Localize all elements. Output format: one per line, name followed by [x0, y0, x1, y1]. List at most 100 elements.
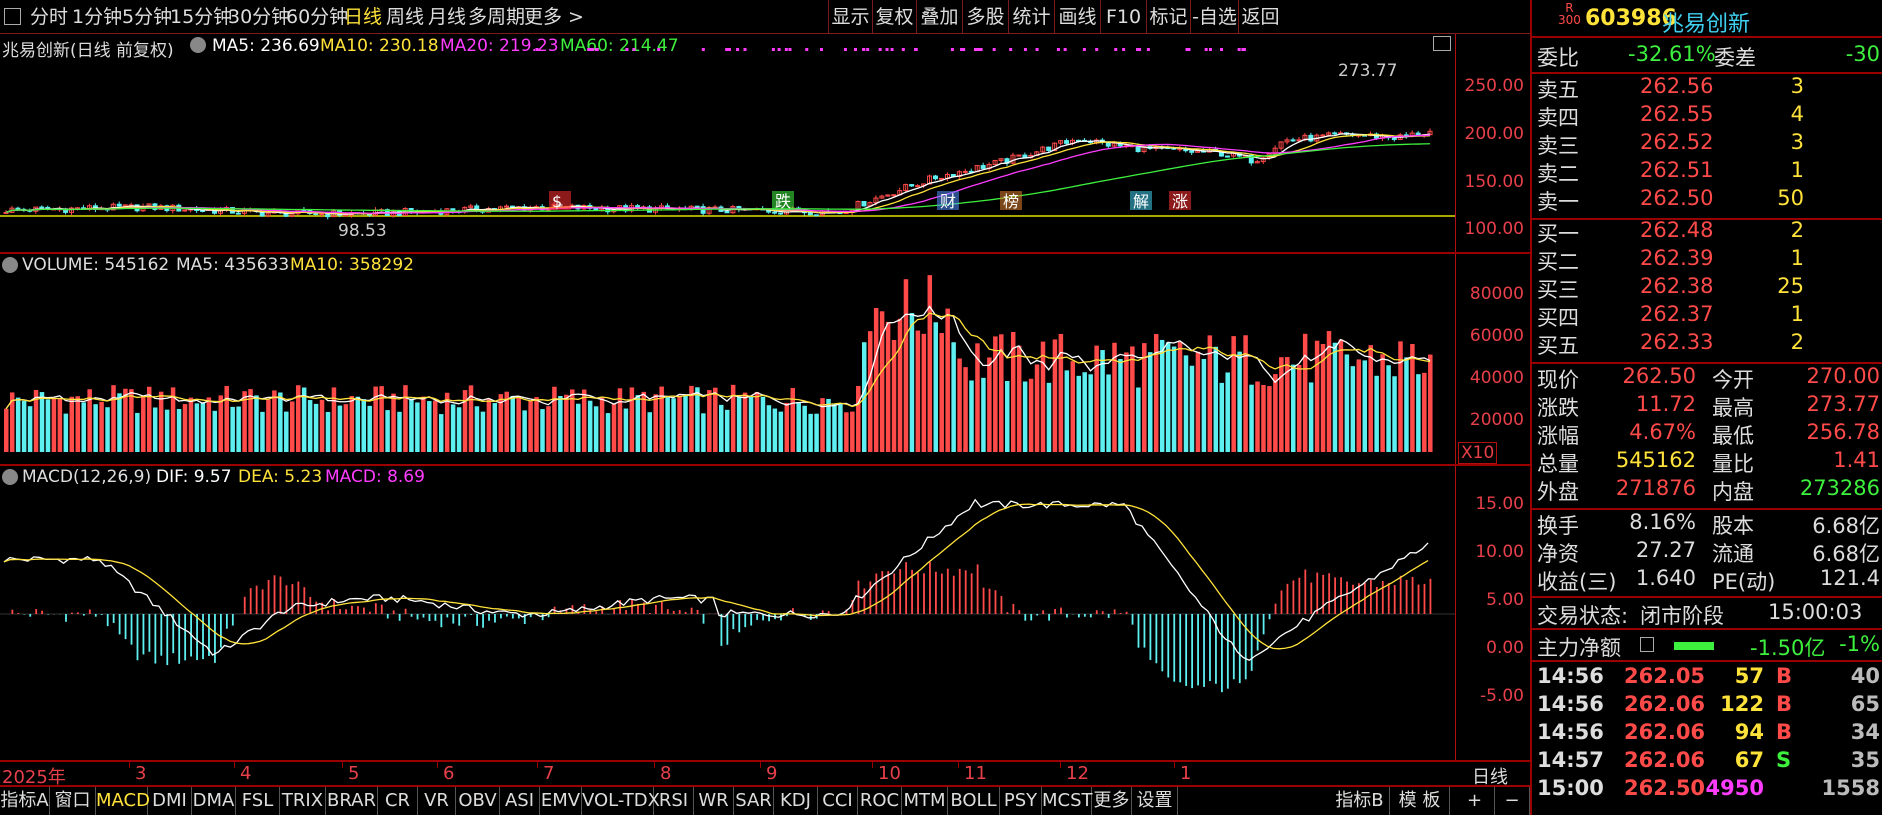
macd-chart[interactable]: [0, 466, 1455, 760]
volume-bar: [546, 406, 551, 452]
toolbar-button[interactable]: -自选: [1190, 0, 1238, 34]
volume-bar: [367, 405, 372, 452]
signal-dot: [1204, 48, 1208, 51]
period-tab[interactable]: 1分钟: [72, 0, 122, 34]
indicator-tab[interactable]: KDJ: [774, 787, 818, 815]
indicator-tab[interactable]: TRIX: [280, 787, 326, 815]
volume-bar: [635, 395, 641, 452]
period-tab[interactable]: 5分钟: [122, 0, 172, 34]
signal-dot: [784, 48, 788, 51]
macd-histogram-bar: [416, 614, 419, 620]
period-tab[interactable]: 分时: [30, 0, 68, 34]
toolbar-button[interactable]: 统计: [1008, 0, 1054, 34]
bids-label: 买三: [1537, 278, 1579, 302]
menu-square-icon[interactable]: [4, 8, 21, 25]
signal-dot: [819, 48, 823, 51]
volume-bar: [528, 400, 533, 452]
indicator-tab[interactable]: VR: [418, 787, 456, 815]
volume-bar: [331, 387, 337, 452]
macd-pane[interactable]: MACD(12,26,9) DIF: 9.57 DEA: 5.23 MACD: …: [0, 466, 1455, 760]
macd-histogram-bar: [696, 609, 699, 614]
indicator-tab[interactable]: 更多: [1092, 787, 1132, 815]
indicator-tab[interactable]: RSI: [654, 787, 694, 815]
stat-label: 收益(三): [1537, 570, 1617, 594]
main-flow-row[interactable]: 主力净额 -1.50亿 -1%: [1532, 632, 1882, 660]
indicator-tab[interactable]: PSY: [1000, 787, 1042, 815]
indicator-tab[interactable]: BOLL: [948, 787, 1000, 815]
kline-pane[interactable]: 兆易创新(日线 前复权) MA5: 236.69 MA10: 230.18 MA…: [0, 34, 1455, 252]
indicator-tab[interactable]: OBV: [456, 787, 500, 815]
toolbar-button[interactable]: 返回: [1238, 0, 1282, 34]
indicator-tab[interactable]: WR: [694, 787, 734, 815]
indicator-tab[interactable]: BRAR: [326, 787, 378, 815]
volume-bar: [307, 400, 313, 452]
indicator-tab[interactable]: 指标A: [0, 787, 50, 815]
stat-value: 8.16%: [1629, 510, 1696, 534]
volume-bar: [1171, 346, 1177, 452]
macd-histogram-bar: [952, 575, 955, 614]
period-tab[interactable]: 30分钟: [228, 0, 290, 34]
indicator-right-tab[interactable]: −: [1495, 787, 1530, 815]
period-tab[interactable]: 周线: [386, 0, 424, 34]
macd-axis-tick: -5.00: [1480, 686, 1524, 706]
indicator-tab[interactable]: DMI: [148, 787, 192, 815]
indicator-tab[interactable]: MTM: [902, 787, 948, 815]
volume-bar: [1022, 381, 1028, 452]
volume-chart[interactable]: [0, 254, 1455, 464]
period-tab[interactable]: 日线: [344, 0, 382, 34]
volume-bar: [1386, 365, 1391, 452]
period-tab[interactable]: 多周期: [468, 0, 525, 34]
toolbar-button[interactable]: 画线: [1054, 0, 1100, 34]
period-tab[interactable]: 15分钟: [170, 0, 232, 34]
indicator-tab[interactable]: SAR: [734, 787, 774, 815]
toolbar-button[interactable]: F10: [1100, 0, 1146, 34]
list-icon[interactable]: [1640, 637, 1654, 652]
macd-histogram-bar: [476, 614, 479, 626]
tick-row: 14:56 262.06 94 B 34: [1532, 720, 1882, 748]
volume-bar: [206, 397, 212, 452]
toolbar-button[interactable]: 多股: [962, 0, 1008, 34]
indicator-tab[interactable]: DMA: [192, 787, 236, 815]
period-tab[interactable]: 更多 >: [524, 0, 584, 34]
candlestick-chart[interactable]: $ 跌 财 榜 解 涨: [0, 34, 1455, 252]
volume-bar: [1243, 335, 1248, 452]
macd-histogram-bar: [398, 614, 401, 621]
macd-histogram-bar: [923, 573, 925, 614]
indicator-tab[interactable]: FSL: [236, 787, 280, 815]
indicator-right-tab[interactable]: 模 板: [1390, 787, 1450, 815]
indicator-tab[interactable]: 窗口: [50, 787, 96, 815]
indicator-tab[interactable]: EMV: [540, 787, 582, 815]
toolbar-button[interactable]: 叠加: [916, 0, 962, 34]
indicator-right-tab[interactable]: +: [1455, 787, 1495, 815]
period-tab[interactable]: 月线: [428, 0, 466, 34]
period-tab[interactable]: 60分钟: [286, 0, 348, 34]
volume-bar: [1231, 336, 1236, 452]
macd-histogram-bar: [279, 576, 282, 614]
indicator-tab[interactable]: ROC: [858, 787, 902, 815]
volume-bar: [123, 388, 128, 452]
date-tick-mark: [537, 762, 538, 768]
indicator-tab[interactable]: ASI: [500, 787, 540, 815]
volume-bar: [1106, 374, 1111, 452]
date-tick-label: 1: [1180, 763, 1192, 784]
indicator-tab[interactable]: CR: [378, 787, 418, 815]
volume-bar: [742, 392, 748, 452]
divider: [1532, 36, 1882, 38]
indicator-right-tab[interactable]: 指标B: [1330, 787, 1390, 815]
indicator-tab[interactable]: CCI: [818, 787, 858, 815]
toolbar-button[interactable]: 标记: [1146, 0, 1190, 34]
macd-histogram-bar: [672, 610, 675, 614]
indicator-tab[interactable]: MCST: [1042, 787, 1093, 815]
volume-bar: [1273, 374, 1278, 452]
tick-side: B: [1776, 720, 1793, 744]
indicator-tab[interactable]: 设置: [1132, 787, 1178, 815]
toolbar-button[interactable]: 复权: [872, 0, 916, 34]
macd-histogram-bar: [285, 585, 288, 614]
toolbar-button[interactable]: 显示: [828, 0, 872, 34]
macd-histogram-bar: [1238, 614, 1241, 684]
volume-pane[interactable]: VOLUME: 545162 MA5: 435633 MA10: 358292: [0, 254, 1455, 464]
macd-histogram-bar: [136, 614, 139, 661]
indicator-tab[interactable]: MACD: [96, 787, 150, 815]
indicator-tab[interactable]: VOL-TDX: [582, 787, 660, 815]
candle: [933, 175, 938, 180]
